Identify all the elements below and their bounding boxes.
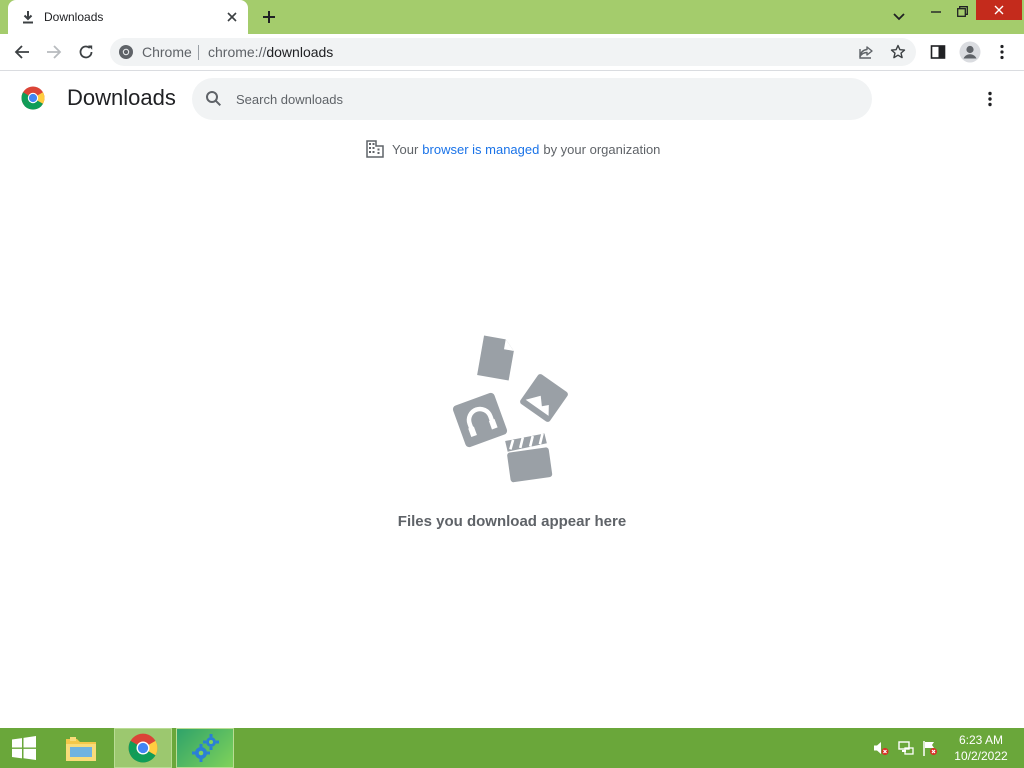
chrome-taskbar-icon[interactable] (114, 728, 172, 768)
url-text[interactable]: chrome://downloads (208, 44, 333, 60)
forward-button[interactable] (40, 38, 68, 66)
volume-muted-icon[interactable] (873, 740, 889, 756)
omnibox[interactable]: Chrome chrome://downloads (110, 38, 916, 66)
search-input[interactable] (236, 87, 836, 111)
tab-search-chevron-icon[interactable] (888, 6, 910, 28)
managed-prefix: Your (392, 141, 419, 157)
browser-menu-icon[interactable] (988, 38, 1016, 66)
back-button[interactable] (8, 38, 36, 66)
network-icon[interactable] (898, 740, 914, 756)
omnibox-divider (198, 45, 199, 60)
audio-icon (452, 392, 508, 448)
document-icon (477, 335, 514, 381)
file-explorer-taskbar-icon[interactable] (56, 728, 106, 768)
bookmark-star-icon[interactable] (886, 40, 910, 64)
video-icon (505, 433, 553, 483)
url-path: downloads (266, 44, 334, 60)
restore-button[interactable] (946, 0, 978, 22)
chrome-page-icon (118, 44, 134, 60)
clock-date: 10/2/2022 (954, 749, 1008, 763)
search-downloads-field[interactable] (192, 78, 872, 120)
reload-button[interactable] (72, 38, 100, 66)
more-actions-icon[interactable] (978, 87, 1002, 111)
tab-downloads[interactable]: Downloads (8, 0, 248, 34)
close-window-button[interactable] (976, 0, 1022, 20)
image-icon (520, 374, 568, 422)
url-scheme: chrome:// (208, 44, 267, 60)
share-icon[interactable] (854, 40, 878, 64)
tab-close-icon[interactable] (222, 7, 242, 27)
tab-title: Downloads (44, 10, 104, 24)
profile-avatar-icon[interactable] (956, 38, 984, 66)
windows-logo-icon (12, 736, 36, 760)
browser-managed-link[interactable]: browser is managed (422, 142, 539, 157)
action-center-flag-icon[interactable] (922, 740, 938, 756)
download-icon (22, 10, 34, 24)
taskbar: 6:23 AM 10/2/2022 (0, 728, 1024, 768)
search-icon (204, 89, 224, 109)
managed-suffix: by your organization (543, 141, 661, 157)
managed-notice: Your browser is managed by your organiza… (366, 140, 660, 158)
title-bar: Downloads (0, 0, 1024, 34)
browser-toolbar: Chrome chrome://downloads (0, 34, 1024, 71)
new-tab-button[interactable] (258, 6, 280, 28)
building-icon (366, 140, 384, 158)
start-button[interactable] (0, 728, 48, 768)
clock-time: 6:23 AM (958, 733, 1004, 747)
omnibox-chip: Chrome (142, 44, 192, 60)
system-clock[interactable]: 6:23 AM 10/2/2022 (948, 732, 1014, 764)
empty-state-message: Files you download appear here (397, 513, 627, 530)
settings-gears-taskbar-icon[interactable] (176, 728, 234, 768)
empty-downloads-illustration (450, 332, 574, 484)
chrome-logo-icon (21, 86, 45, 110)
side-panel-icon[interactable] (924, 38, 952, 66)
page-title: Downloads (67, 85, 176, 110)
